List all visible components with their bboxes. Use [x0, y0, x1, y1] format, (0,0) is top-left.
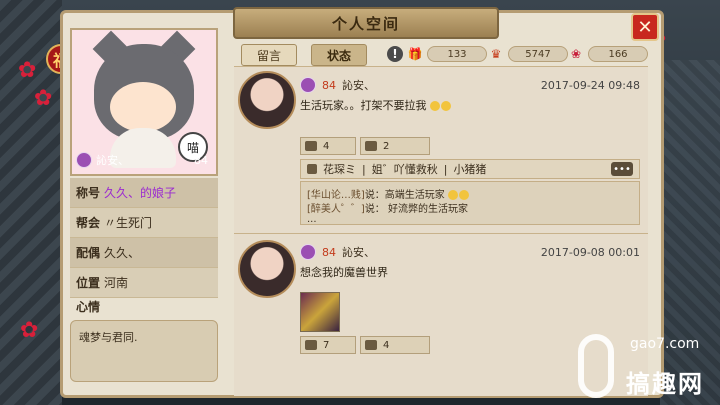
profile-sidebar: 喵 訫安、 84 称号 久久、的娘子 帮会 〃生死门 配偶 久久、 位置 河南 … — [70, 28, 218, 396]
info-value: 河南 — [104, 276, 129, 290]
emoji-icon — [441, 101, 451, 111]
watermark-name: 搞趣网 — [626, 370, 704, 398]
plum-blossom-icon: ✿ — [18, 58, 37, 83]
profile-name-row: 訫安、 84 — [76, 150, 214, 170]
comment-list: [华山论…贱]说：高端生活玩家 [醉美人゜゛]说： 好流弊的生活玩家 ... — [300, 181, 640, 225]
post-image-thumbnail[interactable] — [300, 292, 340, 332]
likers-bar: 花琛ミ | 姐゛吖懂救秋 | 小猪猪 ••• — [300, 159, 640, 179]
site-watermark: gao7.com 搞趣网 — [570, 330, 720, 405]
comment-text: 说： 好流弊的生活玩家 — [364, 204, 468, 215]
comment-ellipsis[interactable]: ... — [307, 214, 633, 228]
poster-avatar[interactable] — [238, 240, 296, 298]
thumbs-up-icon — [305, 340, 317, 350]
more-button[interactable]: ••• — [611, 162, 633, 176]
window-title: 个人空间 — [233, 7, 499, 39]
status-post: 84 訫安、 2017-09-24 09:48 生活玩家。。打架不要拉我 4 2… — [234, 67, 648, 233]
rose-icon: ❀ — [570, 47, 582, 61]
like-count: 4 — [323, 140, 330, 152]
info-value: 久久、的娘子 — [104, 186, 177, 200]
info-key: 配偶 — [76, 246, 101, 260]
mood-label: 心情 — [76, 300, 101, 314]
plum-blossom-icon: ✿ — [34, 86, 53, 111]
post-text-content: 生活玩家。。打架不要拉我 — [300, 99, 427, 112]
comment-count: 2 — [383, 140, 390, 152]
thumbs-up-icon — [307, 164, 317, 174]
close-x-icon: ✕ — [637, 16, 653, 38]
info-value: 久久、 — [104, 246, 141, 260]
poster-avatar[interactable] — [238, 71, 296, 129]
post-text: 想念我的魔兽世界 — [300, 266, 388, 279]
gift-stat: 🎁 133 — [407, 44, 487, 64]
emoji-icon — [448, 190, 458, 200]
close-button[interactable]: ✕ — [631, 13, 659, 41]
liker-name[interactable]: 小猪猪 — [453, 161, 486, 177]
avatar-face-icon — [110, 82, 176, 132]
post-time: 2017-09-08 00:01 — [540, 245, 640, 259]
liker-name[interactable]: 姐゛吖懂救秋 — [372, 161, 438, 177]
crown-count: 5747 — [508, 46, 568, 62]
poster-name[interactable]: 訫安、 — [342, 244, 375, 260]
class-emblem-icon — [300, 244, 316, 260]
gift-count: 133 — [427, 46, 487, 62]
info-key: 帮会 — [76, 216, 101, 230]
info-row-title: 称号 久久、的娘子 — [70, 178, 218, 208]
comment-item: [华山论…贱]说：高端生活玩家 — [307, 186, 633, 201]
emoji-icon — [430, 101, 440, 111]
info-key: 称号 — [76, 186, 101, 200]
notification-stat[interactable]: ! — [387, 44, 403, 64]
post-time: 2017-09-24 09:48 — [540, 78, 640, 92]
comment-item: [醉美人゜゛]说： 好流弊的生活玩家 — [307, 200, 633, 215]
info-row-spouse: 配偶 久久、 — [70, 238, 218, 268]
rose-stat: ❀ 166 — [568, 44, 648, 64]
comment-icon — [365, 340, 377, 350]
gao7-logo-icon — [578, 334, 614, 398]
tab-status[interactable]: 状态 — [311, 44, 367, 66]
profile-level: 84 — [194, 153, 208, 167]
crown-icon: ♛ — [490, 47, 502, 61]
emoji-icon — [459, 190, 469, 200]
class-emblem-icon — [76, 152, 92, 168]
info-value: 〃生死门 — [104, 216, 153, 230]
tab-messages[interactable]: 留言 — [241, 44, 297, 66]
crown-stat: ♛ 5747 — [488, 44, 568, 64]
comment-count: 4 — [383, 339, 390, 351]
comment-button[interactable]: 4 — [360, 336, 430, 354]
like-button[interactable]: 4 — [300, 137, 356, 155]
gift-box-icon: 🎁 — [407, 47, 423, 61]
info-row-guild: 帮会 〃生死门 — [70, 208, 218, 238]
post-text: 生活玩家。。打架不要拉我 — [300, 97, 452, 113]
poster-level: 84 — [322, 78, 336, 92]
comment-button[interactable]: 2 — [360, 137, 430, 155]
profile-name: 訫安、 — [96, 154, 129, 167]
post-header: 84 訫安、 2017-09-24 09:48 — [300, 77, 640, 93]
post-header: 84 訫安、 2017-09-08 00:01 — [300, 244, 640, 260]
like-count: 7 — [323, 339, 330, 351]
profile-info-list: 称号 久久、的娘子 帮会 〃生死门 配偶 久久、 位置 河南 — [70, 178, 218, 298]
poster-name[interactable]: 訫安、 — [342, 77, 375, 93]
profile-avatar[interactable]: 喵 訫安、 84 — [70, 28, 218, 176]
liker-name[interactable]: 花琛ミ — [323, 161, 356, 177]
thumbs-up-icon — [305, 141, 317, 151]
rose-count: 166 — [588, 46, 648, 62]
like-button[interactable]: 7 — [300, 336, 356, 354]
exclamation-icon: ! — [387, 46, 403, 62]
watermark-site: gao7.com — [630, 336, 700, 352]
info-key: 位置 — [76, 276, 101, 290]
info-row-location: 位置 河南 — [70, 268, 218, 298]
comment-icon — [365, 141, 377, 151]
mood-text[interactable]: 魂梦与君同. — [70, 320, 218, 382]
poster-level: 84 — [322, 245, 336, 259]
plum-blossom-icon: ✿ — [20, 318, 39, 343]
class-emblem-icon — [300, 77, 316, 93]
